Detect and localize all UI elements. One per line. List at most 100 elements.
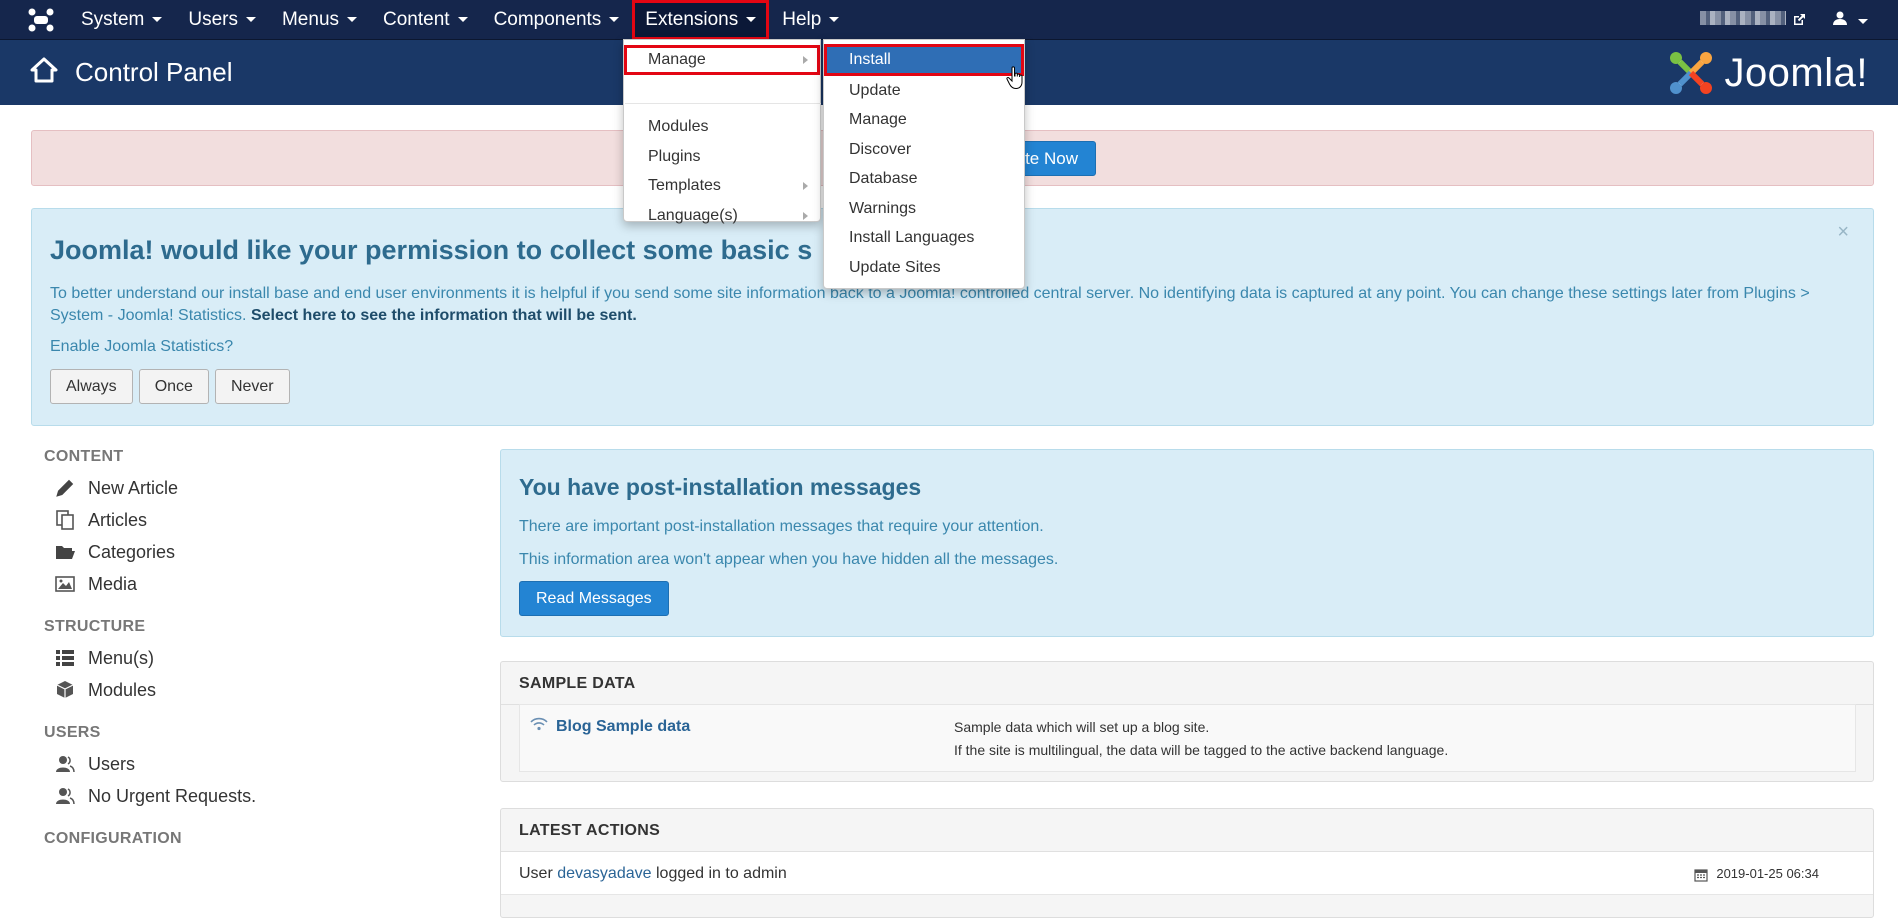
sidebar-item-categories[interactable]: Categories: [44, 536, 464, 568]
menu-item-label: Manage: [849, 111, 907, 128]
sample-data-heading: SAMPLE DATA: [501, 662, 1873, 705]
site-link[interactable]: [1700, 10, 1806, 30]
menu-help[interactable]: Help: [769, 0, 852, 40]
menu-content-label: Content: [383, 9, 450, 30]
submenu-item-install-languages[interactable]: Install Languages: [824, 223, 1024, 252]
menu-components-label: Components: [493, 9, 602, 30]
caret-down-icon: [829, 17, 840, 23]
sidebar-heading-structure: STRUCTURE: [44, 618, 146, 635]
sidebar-item-label: Categories: [88, 541, 176, 562]
top-navbar: System Users Menus Content Components Ex…: [0, 0, 1898, 40]
menu-help-label: Help: [782, 9, 822, 30]
menu-item-label: Warnings: [849, 200, 916, 217]
submenu-item-manage[interactable]: Manage: [824, 105, 1024, 134]
menu-item-label: Modules: [648, 118, 709, 135]
page-title: Control Panel: [75, 57, 233, 87]
close-icon[interactable]: ×: [1837, 221, 1849, 244]
caret-down-icon: [347, 17, 358, 23]
sidebar-item-media[interactable]: Media: [44, 568, 464, 600]
top-right-controls: [1700, 0, 1868, 40]
sidebar: CONTENT New Article Articles Categories …: [44, 448, 464, 854]
always-button[interactable]: Always: [50, 369, 133, 404]
sidebar-item-users[interactable]: Users: [44, 748, 464, 780]
submenu-item-update-sites[interactable]: Update Sites: [824, 253, 1024, 282]
submenu-item-database[interactable]: Database: [824, 164, 1024, 193]
submenu-item-discover[interactable]: Discover: [824, 135, 1024, 164]
sidebar-heading-users: USERS: [44, 724, 101, 741]
menu-item-plugins[interactable]: Plugins: [624, 142, 820, 172]
submenu-item-warnings[interactable]: Warnings: [824, 194, 1024, 223]
sample-data-row: Blog Sample data Sample data which will …: [519, 704, 1856, 772]
site-name-blurred: [1700, 10, 1786, 25]
stats-info-link[interactable]: Select here to see the information that …: [251, 307, 637, 324]
menu-extensions[interactable]: Extensions: [632, 0, 770, 40]
latest-actions-heading: LATEST ACTIONS: [501, 809, 1873, 852]
home-icon: [30, 57, 58, 83]
calendar-icon: [1694, 868, 1708, 882]
blog-sample-data-link[interactable]: Blog Sample data: [556, 718, 690, 736]
wifi-icon: [530, 717, 548, 731]
sidebar-item-articles[interactable]: Articles: [44, 504, 464, 536]
menu-item-modules[interactable]: Modules: [624, 112, 820, 142]
submenu-item-update[interactable]: Update: [824, 76, 1024, 105]
menu-item-languages[interactable]: Language(s): [624, 201, 820, 231]
sidebar-item-menus[interactable]: Menu(s): [44, 642, 464, 674]
menu-item-label: Templates: [648, 177, 721, 194]
menu-item-label: Database: [849, 170, 918, 187]
once-button[interactable]: Once: [138, 369, 209, 404]
external-link-icon: [1794, 14, 1805, 26]
extensions-dropdown: Manage Modules Plugins Templates Languag…: [623, 39, 821, 224]
joomla-wordmark: Joomla!: [1724, 50, 1868, 95]
menu-item-label: Discover: [849, 141, 912, 158]
manage-submenu: Install Update Manage Discover Database …: [823, 39, 1025, 289]
sidebar-item-label: Users: [88, 753, 136, 774]
menu-components[interactable]: Components: [481, 0, 633, 40]
pencil-icon: [56, 479, 74, 497]
stats-description: To better understand our install base an…: [50, 283, 1850, 327]
chevron-right-icon: [803, 182, 808, 190]
main-menu: System Users Menus Content Components Ex…: [68, 0, 852, 40]
chevron-right-icon: [803, 56, 808, 64]
caret-down-icon: [457, 17, 468, 23]
menu-menus[interactable]: Menus: [269, 0, 370, 40]
menu-item-label: Update: [849, 82, 901, 99]
sidebar-heading-content: CONTENT: [44, 448, 124, 465]
menu-item-templates[interactable]: Templates: [624, 171, 820, 201]
caret-down-icon: [245, 17, 256, 23]
menu-system[interactable]: System: [68, 0, 175, 40]
menu-extensions-label: Extensions: [645, 9, 739, 30]
user-menu[interactable]: [1832, 10, 1868, 31]
read-messages-button[interactable]: Read Messages: [519, 581, 669, 616]
joomla-logo-icon[interactable]: [26, 7, 56, 33]
post-install-line2: This information area won't appear when …: [519, 551, 1059, 568]
action-user-link[interactable]: devasyadave: [557, 865, 651, 882]
sidebar-item-modules[interactable]: Modules: [44, 674, 464, 706]
chevron-right-icon: [803, 212, 808, 220]
sidebar-item-label: No Urgent Requests.: [88, 785, 257, 806]
menu-content[interactable]: Content: [370, 0, 481, 40]
sample-data-desc1: Sample data which will set up a blog sit…: [954, 719, 1210, 735]
menu-menus-label: Menus: [281, 9, 340, 30]
sidebar-item-new-article[interactable]: New Article: [44, 472, 464, 504]
sidebar-item-label: Media: [88, 573, 138, 594]
menu-item-manage[interactable]: Manage: [624, 45, 820, 75]
action-date-text: 2019-01-25 06:34: [1716, 866, 1819, 881]
folder-open-icon: [56, 546, 75, 559]
never-button[interactable]: Never: [214, 369, 290, 404]
joomla-brand-icon: [1670, 52, 1713, 94]
action-date: 2019-01-25 06:34: [1694, 852, 1819, 895]
action-prefix: User: [519, 865, 553, 882]
post-install-messages: You have post-installation messages Ther…: [500, 449, 1874, 637]
latest-action-row: User devasyadave logged in to admin 2019…: [501, 852, 1873, 895]
menu-users[interactable]: Users: [175, 0, 269, 40]
enable-stats-label: Enable Joomla Statistics?: [50, 338, 234, 355]
sidebar-item-label: Modules: [88, 679, 157, 700]
submenu-item-install[interactable]: Install: [824, 44, 1024, 76]
caret-down-icon: [152, 17, 163, 23]
sample-data-panel: SAMPLE DATA Blog Sample data Sample data…: [500, 661, 1874, 782]
menu-system-label: System: [81, 9, 145, 30]
menu-item-label: Manage: [648, 51, 706, 68]
users-icon: [56, 788, 75, 805]
image-icon: [55, 576, 75, 592]
sidebar-item-privacy-requests[interactable]: No Urgent Requests.: [44, 780, 464, 812]
